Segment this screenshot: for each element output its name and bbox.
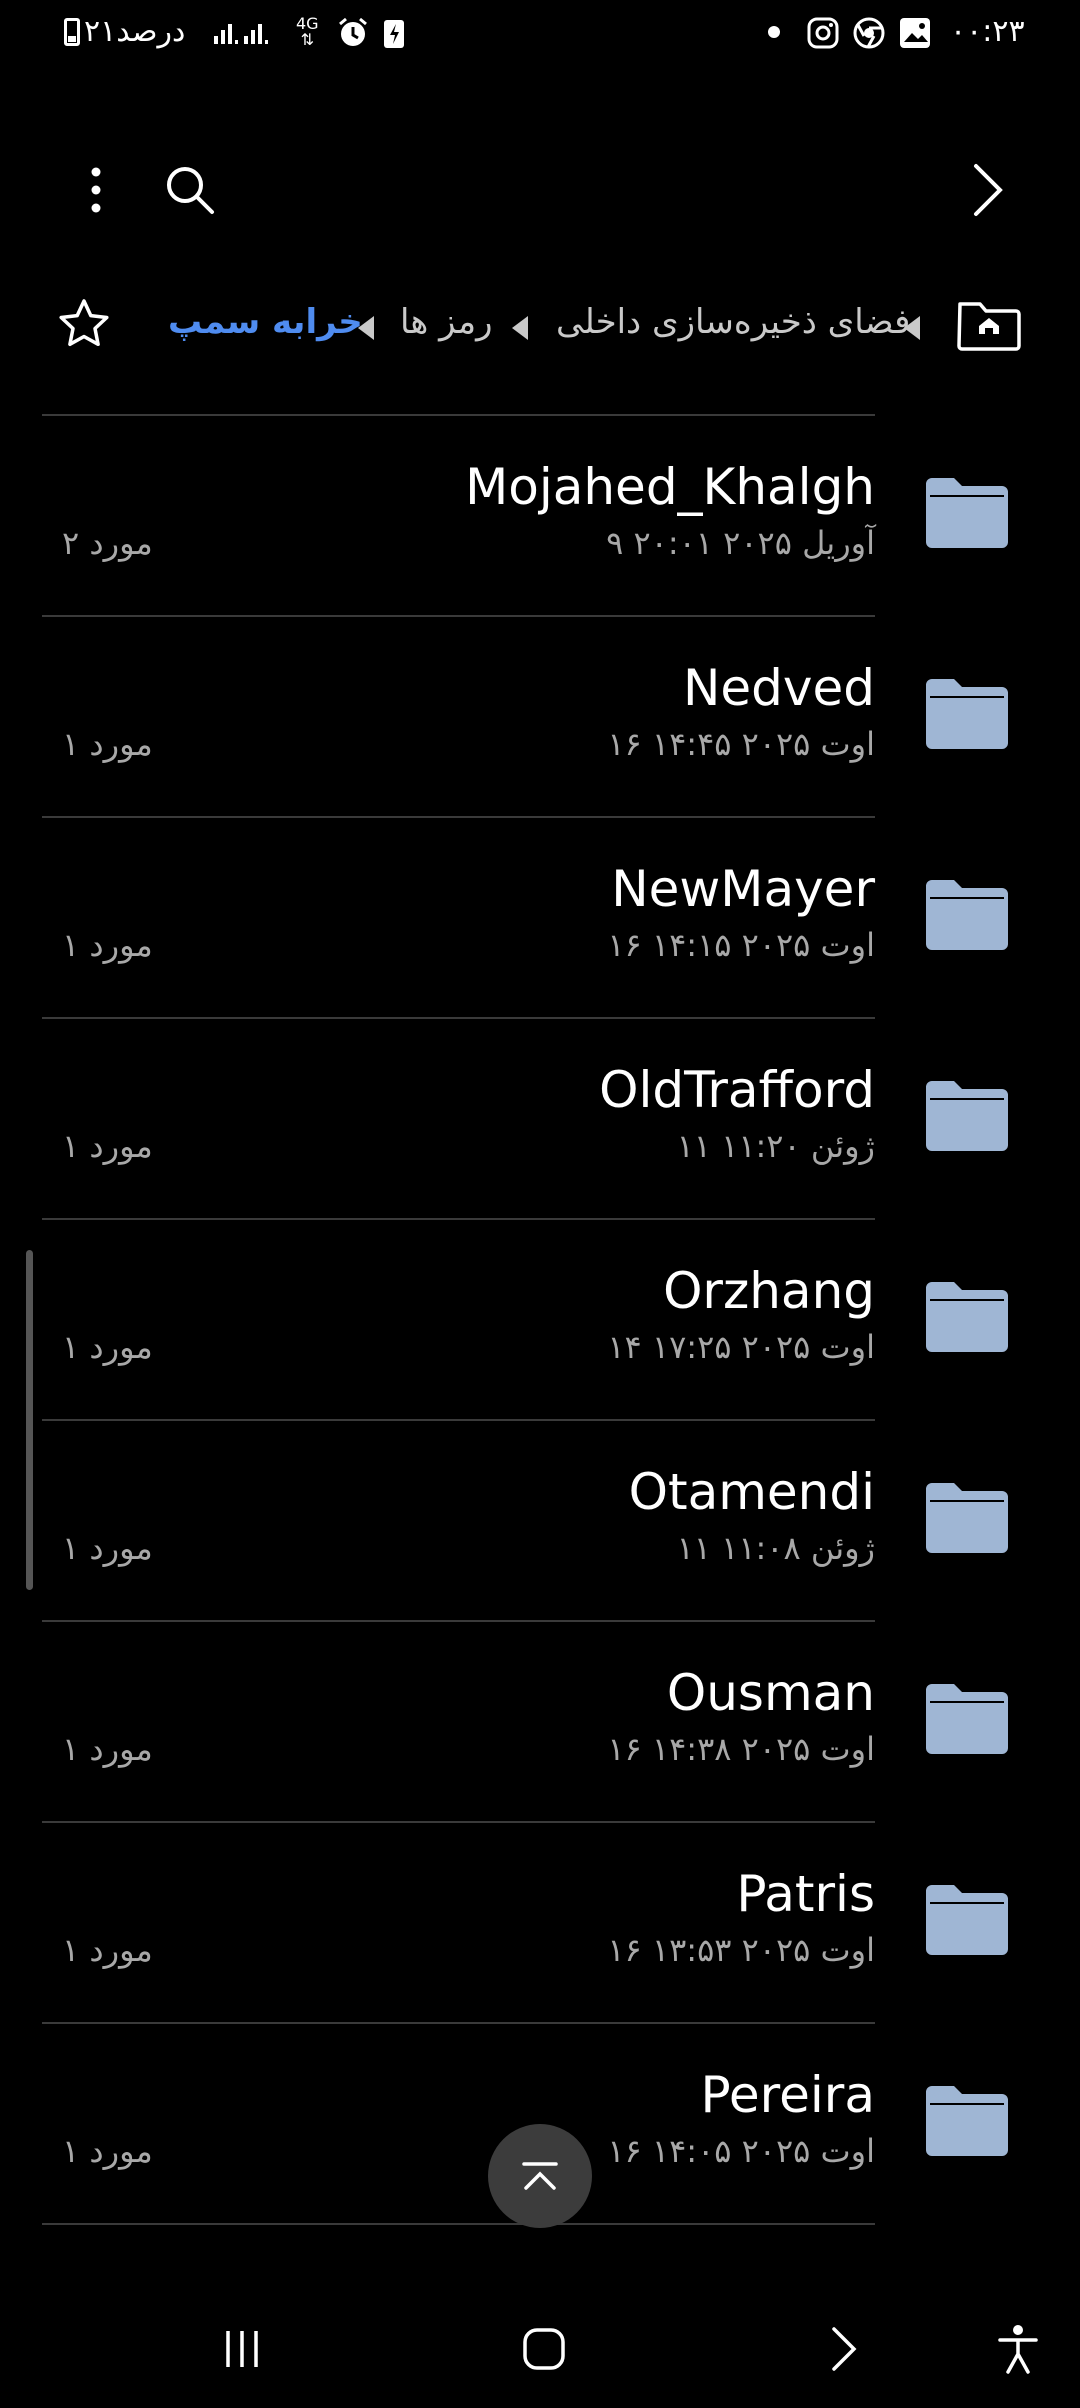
folder-name: Ousman <box>666 1664 875 1722</box>
search-button[interactable] <box>140 140 240 240</box>
list-divider <box>42 1419 875 1421</box>
list-divider <box>42 615 875 617</box>
folder-name: Nedved <box>683 659 875 717</box>
list-divider <box>42 1218 875 1220</box>
folder-item-count: ۱ مورد <box>62 1127 153 1165</box>
folder-name: Mojahed_Khalgh <box>465 458 875 516</box>
scroll-to-top-button[interactable] <box>488 2124 592 2228</box>
folder-name: Otamendi <box>628 1463 875 1521</box>
folder-item-count: ۱ مورد <box>62 1328 153 1366</box>
folder-date: ۱۴ اوت ۲۰۲۵ ۱۷:۲۵ <box>607 1328 875 1366</box>
more-vert-icon <box>91 167 101 213</box>
recents-button[interactable] <box>182 2290 302 2408</box>
folder-date: ۱۶ اوت ۲۰۲۵ ۱۴:۴۵ <box>607 725 875 763</box>
signal-icon <box>212 18 272 46</box>
top-toolbar <box>0 140 1080 240</box>
folder-icon <box>926 880 1008 950</box>
folder-name: Orzhang <box>663 1262 875 1320</box>
list-item[interactable]: Ousman ۱۶ اوت ۲۰۲۵ ۱۴:۳۸ ۱ مورد <box>42 1620 1062 1821</box>
instagram-icon <box>806 16 840 50</box>
folder-icon <box>926 2086 1008 2156</box>
folder-icon <box>926 679 1008 749</box>
list-divider <box>42 1620 875 1622</box>
folder-date: ۱۶ اوت ۲۰۲۵ ۱۴:۰۵ <box>607 2132 875 2170</box>
battery-saver-icon <box>382 16 406 50</box>
folder-icon <box>926 1684 1008 1754</box>
home-icon <box>523 2328 565 2370</box>
folder-date: ۱۱ ژوئن ۱۱:۲۰ <box>676 1127 875 1165</box>
folder-icon <box>926 1483 1008 1553</box>
status-time: ۰۰:۲۳ <box>950 14 1025 49</box>
breadcrumb-separator-icon <box>512 316 528 340</box>
breadcrumb-separator-icon <box>904 316 920 340</box>
list-item[interactable]: Patris ۱۶ اوت ۲۰۲۵ ۱۳:۵۳ ۱ مورد <box>42 1821 1062 2022</box>
home-nav-button[interactable] <box>484 2290 604 2408</box>
list-divider <box>42 414 875 416</box>
folder-date: ۱۱ ژوئن ۱۱:۰۸ <box>676 1529 875 1567</box>
breadcrumb-item-current[interactable]: خرابه سمپ <box>168 302 363 342</box>
folder-name: OldTrafford <box>599 1061 875 1119</box>
list-divider <box>42 2022 875 2024</box>
system-nav-bar <box>0 2290 1080 2408</box>
breadcrumb: خرابه سمپ رمز ها فضای ذخیره‌سازی داخلی <box>0 280 1080 370</box>
folder-item-count: ۱ مورد <box>62 2132 153 2170</box>
back-icon <box>832 2327 857 2371</box>
notification-dot-icon <box>768 26 780 38</box>
folder-name: NewMayer <box>611 860 875 918</box>
scrollbar[interactable] <box>26 1250 33 1590</box>
list-item[interactable]: Nedved ۱۶ اوت ۲۰۲۵ ۱۴:۴۵ ۱ مورد <box>42 615 1062 816</box>
folder-date: ۱۶ اوت ۲۰۲۵ ۱۳:۵۳ <box>607 1931 875 1969</box>
breadcrumb-item[interactable]: رمز ها <box>400 302 493 342</box>
breadcrumb-separator-icon <box>358 316 374 340</box>
more-options-button[interactable] <box>46 140 146 240</box>
status-bar: ۲۱درصد 4G ⇅ ۰۰:۲۳ <box>0 0 1080 72</box>
chrome-icon <box>852 16 886 50</box>
folder-item-count: ۱ مورد <box>62 1931 153 1969</box>
gallery-icon <box>898 16 932 50</box>
search-icon <box>167 167 214 214</box>
folder-date: ۹ آوریل ۲۰۲۵ ۲۰:۰۱ <box>606 524 875 562</box>
list-divider <box>42 1017 875 1019</box>
forward-button[interactable] <box>938 140 1038 240</box>
list-divider <box>42 1821 875 1823</box>
alarm-icon <box>336 16 370 50</box>
data-arrows-icon: ⇅ <box>300 30 314 49</box>
folder-icon <box>926 1081 1008 1151</box>
list-item[interactable]: Orzhang ۱۴ اوت ۲۰۲۵ ۱۷:۲۵ ۱ مورد <box>42 1218 1062 1419</box>
list-item[interactable]: Mojahed_Khalgh ۹ آوریل ۲۰۲۵ ۲۰:۰۱ ۲ مورد <box>42 414 1062 615</box>
list-item[interactable]: Otamendi ۱۱ ژوئن ۱۱:۰۸ ۱ مورد <box>42 1419 1062 1620</box>
folder-item-count: ۱ مورد <box>62 926 153 964</box>
star-icon <box>59 299 109 347</box>
favorite-button[interactable] <box>56 296 116 356</box>
accessibility-button[interactable] <box>958 2290 1078 2408</box>
back-button[interactable] <box>784 2290 904 2408</box>
battery-indicator: ۲۱درصد <box>64 14 185 49</box>
folder-name: Patris <box>736 1865 875 1923</box>
list-divider <box>42 2223 875 2225</box>
list-item[interactable]: OldTrafford ۱۱ ژوئن ۱۱:۲۰ ۱ مورد <box>42 1017 1062 1218</box>
battery-icon <box>64 17 80 46</box>
folder-icon <box>926 478 1008 548</box>
folder-item-count: ۲ مورد <box>62 524 153 562</box>
forward-arrow-icon <box>974 164 1003 216</box>
recents-icon <box>226 2331 258 2367</box>
folder-name: Pereira <box>700 2066 875 2124</box>
folder-item-count: ۱ مورد <box>62 1730 153 1768</box>
folder-item-count: ۱ مورد <box>62 1529 153 1567</box>
home-button[interactable] <box>956 294 1022 354</box>
scroll-to-top-icon <box>522 2162 558 2190</box>
list-divider <box>42 816 875 818</box>
list-item[interactable]: NewMayer ۱۶ اوت ۲۰۲۵ ۱۴:۱۵ ۱ مورد <box>42 816 1062 1017</box>
battery-percent: ۲۱درصد <box>84 14 186 49</box>
folder-icon <box>926 1282 1008 1352</box>
folder-date: ۱۶ اوت ۲۰۲۵ ۱۴:۳۸ <box>607 1730 875 1768</box>
home-folder-icon <box>957 302 1021 351</box>
folder-icon <box>926 1885 1008 1955</box>
network-indicator: 4G ⇅ <box>296 14 319 49</box>
folder-date: ۱۶ اوت ۲۰۲۵ ۱۴:۱۵ <box>607 926 875 964</box>
accessibility-icon <box>998 2325 1038 2374</box>
breadcrumb-item[interactable]: فضای ذخیره‌سازی داخلی <box>556 302 910 342</box>
folder-item-count: ۱ مورد <box>62 725 153 763</box>
